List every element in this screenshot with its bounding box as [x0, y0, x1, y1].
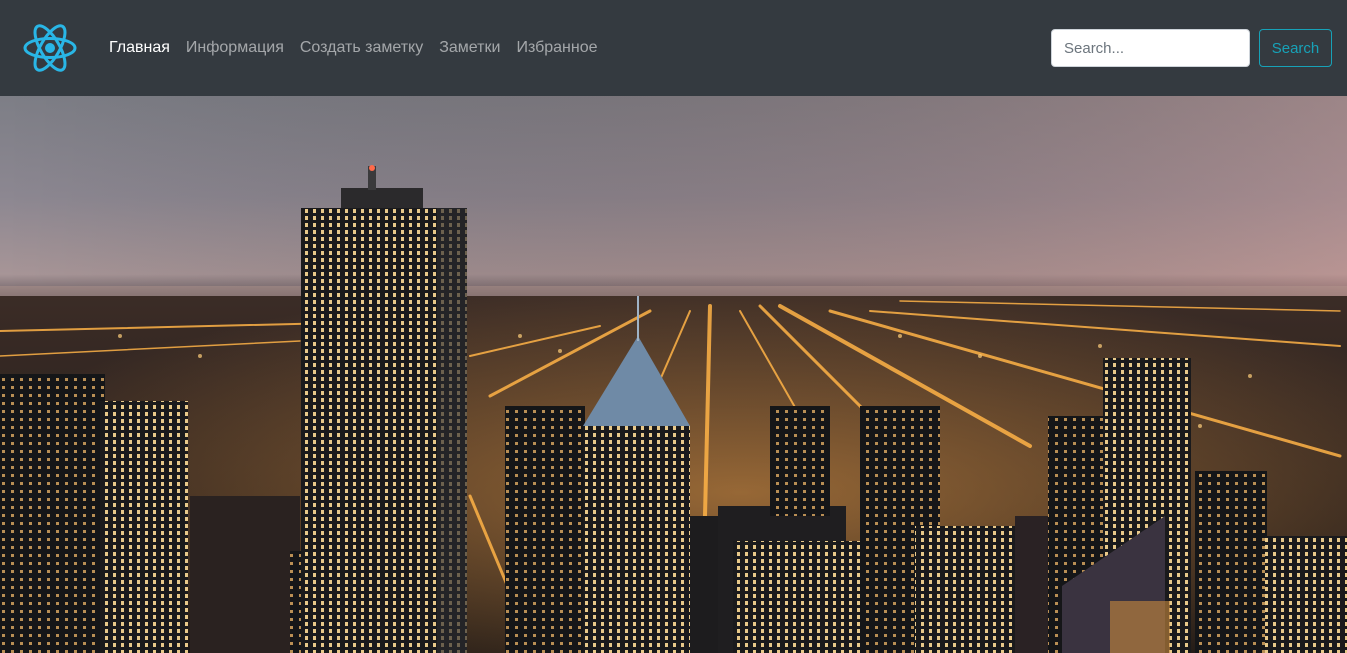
search-button[interactable]: Search — [1259, 29, 1332, 67]
nav-links: Главная Информация Создать заметку Замет… — [109, 38, 614, 58]
navbar: Главная Информация Создать заметку Замет… — [0, 0, 1347, 96]
brand-logo[interactable] — [22, 22, 78, 74]
search-input[interactable] — [1051, 29, 1250, 67]
nav-link-favorites[interactable]: Избранное — [516, 38, 597, 58]
nav-link-create-note[interactable]: Создать заметку — [300, 38, 423, 58]
nav-link-info[interactable]: Информация — [186, 38, 284, 58]
city-skyline-image — [0, 96, 1347, 653]
nav-link-home[interactable]: Главная — [109, 38, 170, 58]
hero-image — [0, 96, 1347, 653]
react-atom-icon — [23, 24, 77, 72]
nav-link-notes[interactable]: Заметки — [439, 38, 500, 58]
